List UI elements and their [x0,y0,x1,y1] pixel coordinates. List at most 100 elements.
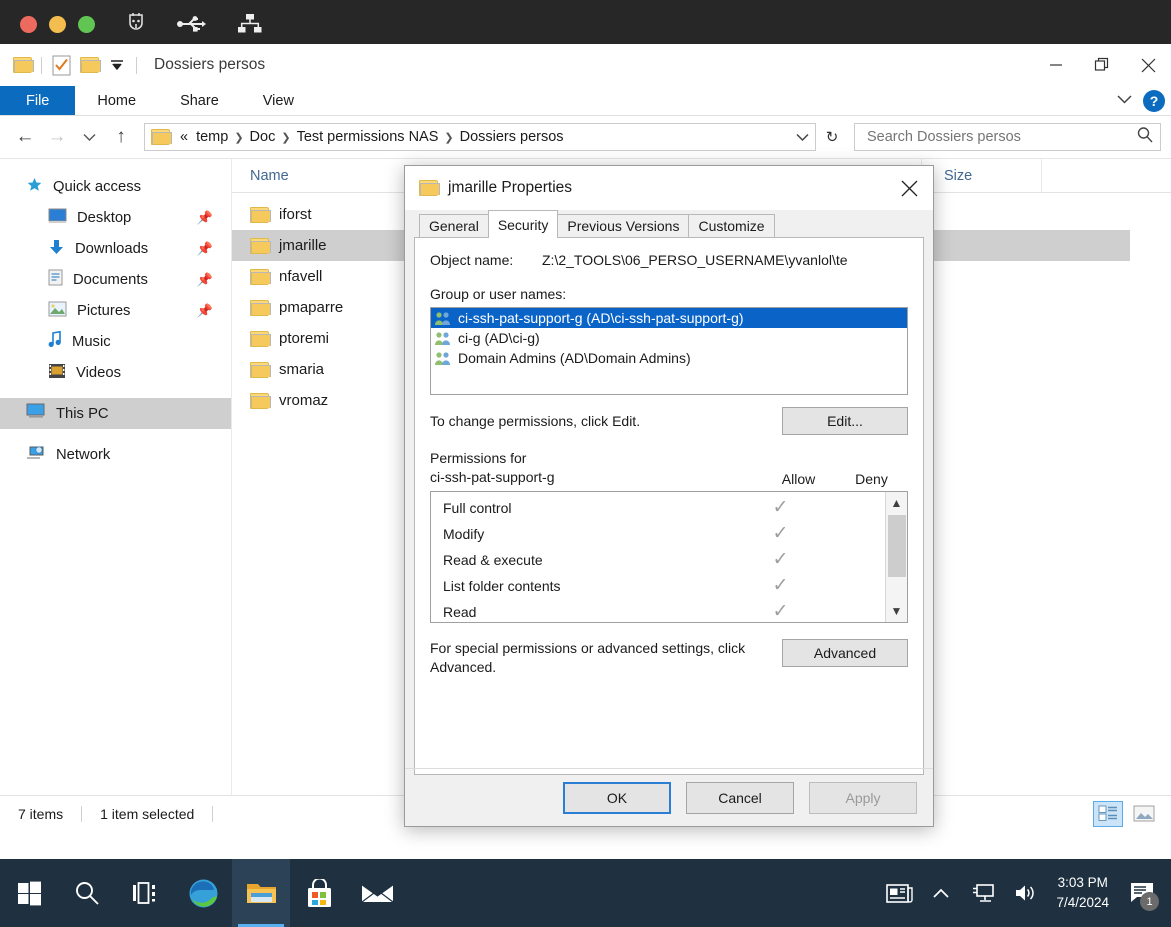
pin-icon[interactable]: 📌 [197,303,213,319]
tab-previous-versions[interactable]: Previous Versions [557,214,689,238]
refresh-button[interactable]: ↻ [818,123,846,151]
minimize-window-button[interactable] [49,16,66,33]
up-button[interactable]: ↑ [106,122,136,152]
forward-button[interactable]: → [42,122,72,152]
pin-icon[interactable]: 📌 [197,210,213,226]
breadcrumb-bar[interactable]: « temp ❯ Doc ❯ Test permissions NAS ❯ Do… [144,123,816,151]
minimize-button[interactable] [1033,44,1079,86]
microsoft-store-icon[interactable] [290,859,348,927]
restore-button[interactable] [1079,44,1125,86]
list-item[interactable]: Domain Admins (AD\Domain Admins) [431,348,907,368]
breadcrumb-item-temp[interactable]: temp [192,129,232,145]
scrollbar-thumb[interactable] [888,515,906,577]
new-folder-checked-icon[interactable] [47,51,75,79]
status-divider [81,806,82,822]
sidebar-item-this-pc[interactable]: This PC [0,398,231,429]
group-user-list[interactable]: ci-ssh-pat-support-g (AD\ci-ssh-pat-supp… [430,307,908,395]
help-icon[interactable]: ? [1143,90,1165,112]
scroll-down-icon[interactable]: ▼ [891,600,903,622]
sidebar-item-pictures[interactable]: Pictures 📌 [0,295,231,326]
scroll-up-icon[interactable]: ▲ [891,492,903,514]
apply-button[interactable]: Apply [809,782,917,814]
zoom-window-button[interactable] [78,16,95,33]
folder-icon [250,207,269,223]
action-center-icon[interactable]: 1 [1119,859,1165,927]
start-icon[interactable] [0,859,58,927]
search-icon[interactable] [1136,126,1154,149]
cancel-button[interactable]: Cancel [686,782,794,814]
ok-button[interactable]: OK [563,782,671,814]
dialog-close-button[interactable] [885,166,933,210]
sidebar-item-downloads[interactable]: Downloads 📌 [0,233,231,264]
sidebar-item-videos[interactable]: Videos [0,357,231,388]
tab-security[interactable]: Security [488,210,559,238]
allow-checkbox[interactable]: ✓ [744,602,817,621]
show-hidden-icons-icon[interactable] [920,859,962,927]
sidebar-item-network[interactable]: Network [0,439,231,470]
sidebar-item-quick-access[interactable]: Quick access [0,171,231,202]
breadcrumb-chevron-2[interactable]: ❯ [279,131,292,144]
allow-checkbox[interactable]: ✓ [744,524,817,543]
permissions-list[interactable]: Full control ✓ Modify ✓ Read & execute ✓ [430,491,908,623]
ribbon-tab-file[interactable]: File [0,86,75,115]
new-folder-icon[interactable] [75,51,103,79]
network-icon[interactable] [237,13,263,35]
task-view-icon[interactable] [116,859,174,927]
sidebar-item-documents[interactable]: Documents 📌 [0,264,231,295]
large-icons-view-icon[interactable] [1129,801,1159,827]
edge-icon[interactable] [174,859,232,927]
breadcrumb-chevron-1[interactable]: ❯ [232,131,245,144]
mail-icon[interactable] [348,859,406,927]
close-button[interactable] [1125,44,1171,86]
details-view-icon[interactable] [1093,801,1123,827]
permission-row[interactable]: Full control ✓ [431,495,885,521]
breadcrumb-item-test-permissions-nas[interactable]: Test permissions NAS [293,129,443,145]
address-dropdown-icon[interactable] [791,133,813,142]
clock[interactable]: 3:03 PM 7/4/2024 [1046,873,1119,912]
close-window-button[interactable] [20,16,37,33]
recent-locations-button[interactable] [74,122,104,152]
tab-customize[interactable]: Customize [688,214,774,238]
permission-row[interactable]: Read ✓ [431,599,885,623]
search-box[interactable] [854,123,1161,151]
power-plug-icon[interactable] [125,12,147,36]
allow-checkbox[interactable]: ✓ [744,576,817,595]
usb-icon[interactable] [177,13,207,35]
properties-folder-icon[interactable] [8,51,36,79]
quick-access-toolbar [0,51,142,79]
search-icon[interactable] [58,859,116,927]
sidebar-item-desktop[interactable]: Desktop 📌 [0,202,231,233]
chevron-down-icon[interactable] [1116,92,1133,110]
news-and-interests-icon[interactable] [878,859,920,927]
breadcrumb-item-dossiers-persos[interactable]: Dossiers persos [456,129,568,145]
ribbon-tab-share[interactable]: Share [158,86,241,115]
pin-icon[interactable]: 📌 [197,241,213,257]
back-button[interactable]: ← [10,122,40,152]
file-explorer-icon[interactable] [232,859,290,927]
ribbon-tab-home[interactable]: Home [75,86,158,115]
network-icon[interactable] [962,859,1004,927]
tab-general[interactable]: General [419,214,489,238]
column-header-size[interactable]: Size [922,159,1042,192]
permission-row[interactable]: Modify ✓ [431,521,885,547]
breadcrumb-chevron-3[interactable]: ❯ [442,131,455,144]
pin-icon[interactable]: 📌 [197,272,213,288]
breadcrumb-item-doc[interactable]: Doc [246,129,280,145]
permissions-scrollbar[interactable]: ▲ ▼ [885,492,907,622]
allow-checkbox[interactable]: ✓ [744,550,817,569]
change-permissions-text: To change permissions, click Edit. [430,407,782,429]
sidebar-item-music[interactable]: Music [0,326,231,357]
search-input[interactable] [865,128,1136,146]
edit-button[interactable]: Edit... [782,407,908,435]
ribbon-tab-view[interactable]: View [241,86,316,115]
allow-checkbox[interactable]: ✓ [744,498,817,517]
list-item[interactable]: ci-g (AD\ci-g) [431,328,907,348]
permission-row[interactable]: List folder contents ✓ [431,573,885,599]
advanced-button[interactable]: Advanced [782,639,908,667]
list-item[interactable]: ci-ssh-pat-support-g (AD\ci-ssh-pat-supp… [431,308,907,328]
customize-dropdown-icon[interactable] [103,51,131,79]
file-name: nfavell [279,268,322,285]
breadcrumb-overflow[interactable]: « [176,129,192,145]
volume-icon[interactable] [1004,859,1046,927]
permission-row[interactable]: Read & execute ✓ [431,547,885,573]
